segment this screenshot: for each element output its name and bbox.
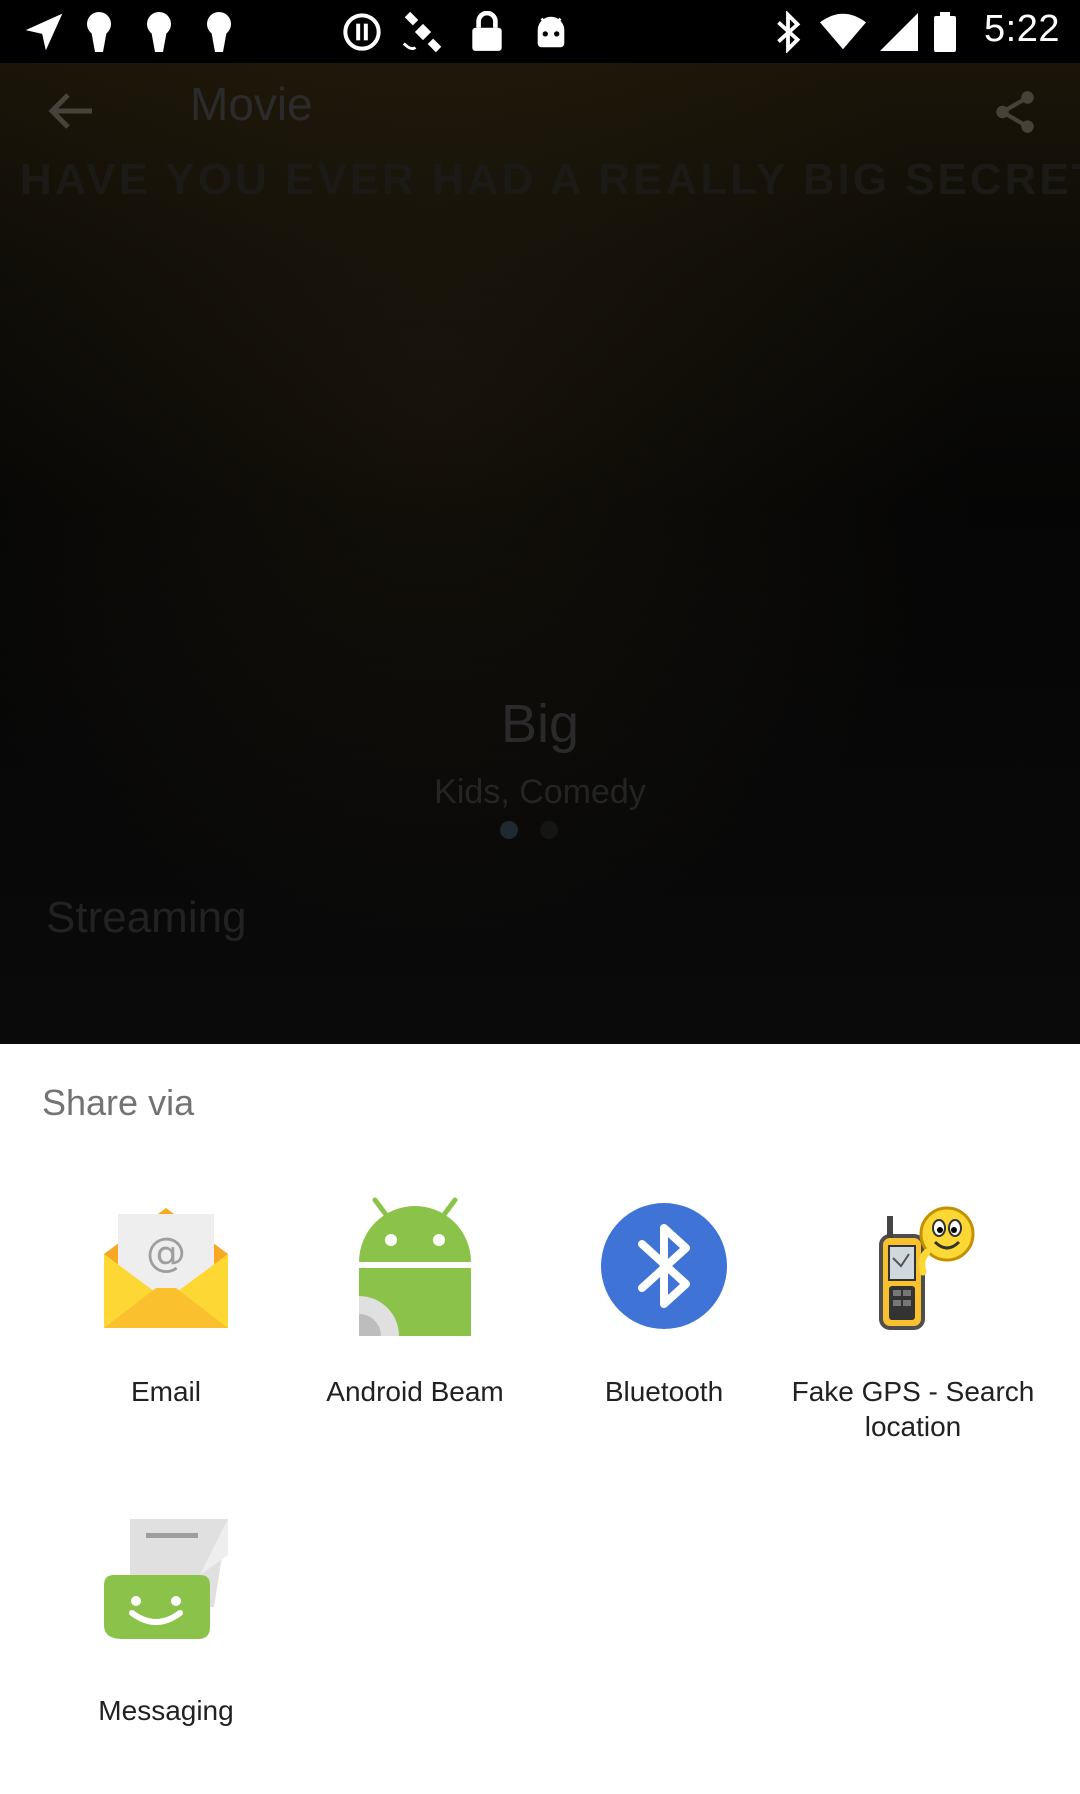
share-target-label: Bluetooth (604, 1376, 724, 1407)
fake-gps-icon (843, 1196, 983, 1336)
bluetooth-icon (594, 1196, 734, 1336)
wifi-icon (820, 10, 866, 54)
share-icon (990, 87, 1040, 142)
keyhole-icon (144, 10, 174, 54)
section-heading: Streaming (46, 893, 247, 942)
pager-dots (500, 821, 558, 839)
app-title: Movie (190, 78, 313, 130)
do-not-disturb-icon (342, 10, 382, 54)
pager-dot-active (500, 821, 518, 839)
status-bar: 5:22 (0, 0, 1080, 63)
share-target-android-beam[interactable]: Android Beam (290, 1196, 540, 1409)
share-target-email[interactable]: @ Email (41, 1196, 291, 1409)
back-arrow-icon (48, 91, 96, 136)
share-target-bluetooth[interactable]: Bluetooth (539, 1196, 789, 1409)
email-icon: @ (96, 1196, 236, 1336)
keyhole-icon (204, 10, 234, 54)
share-sheet-title: Share via (42, 1082, 195, 1123)
svg-text:@: @ (146, 1230, 186, 1276)
movie-genres: Kids, Comedy (434, 773, 646, 811)
fake-gps-satellite-icon (400, 10, 446, 54)
poster-tagline: HAVE YOU EVER HAD A REALLY BIG SECRET? (20, 155, 1080, 204)
share-target-label: Fake GPS - Search location (791, 1376, 1035, 1442)
signal-icon (880, 10, 918, 54)
android-beam-icon (345, 1196, 485, 1336)
share-target-label: Messaging (98, 1695, 234, 1726)
share-target-label: Android Beam (326, 1376, 504, 1407)
bluetooth-icon (774, 10, 802, 54)
share-target-fake-gps[interactable]: Fake GPS - Search location (788, 1196, 1038, 1444)
pager-dot (540, 821, 558, 839)
status-clock: 5:22 (984, 8, 1060, 50)
app-toolbar: Movie (0, 63, 1080, 153)
background-app: Movie HAVE YOU EVER HAD A REALLY BIG SEC… (0, 63, 1080, 1044)
share-target-messaging[interactable]: Messaging (41, 1515, 291, 1728)
movie-title: Big (500, 694, 580, 754)
share-target-label: Email (130, 1376, 201, 1407)
messaging-icon (96, 1515, 236, 1655)
lock-icon (470, 10, 504, 54)
share-sheet: Share via @ Email Android Beam Bluetooth… (0, 1044, 1080, 1794)
android-icon (532, 10, 570, 54)
battery-icon (934, 10, 956, 54)
navigation-icon (22, 10, 66, 54)
keyhole-icon (84, 10, 114, 54)
